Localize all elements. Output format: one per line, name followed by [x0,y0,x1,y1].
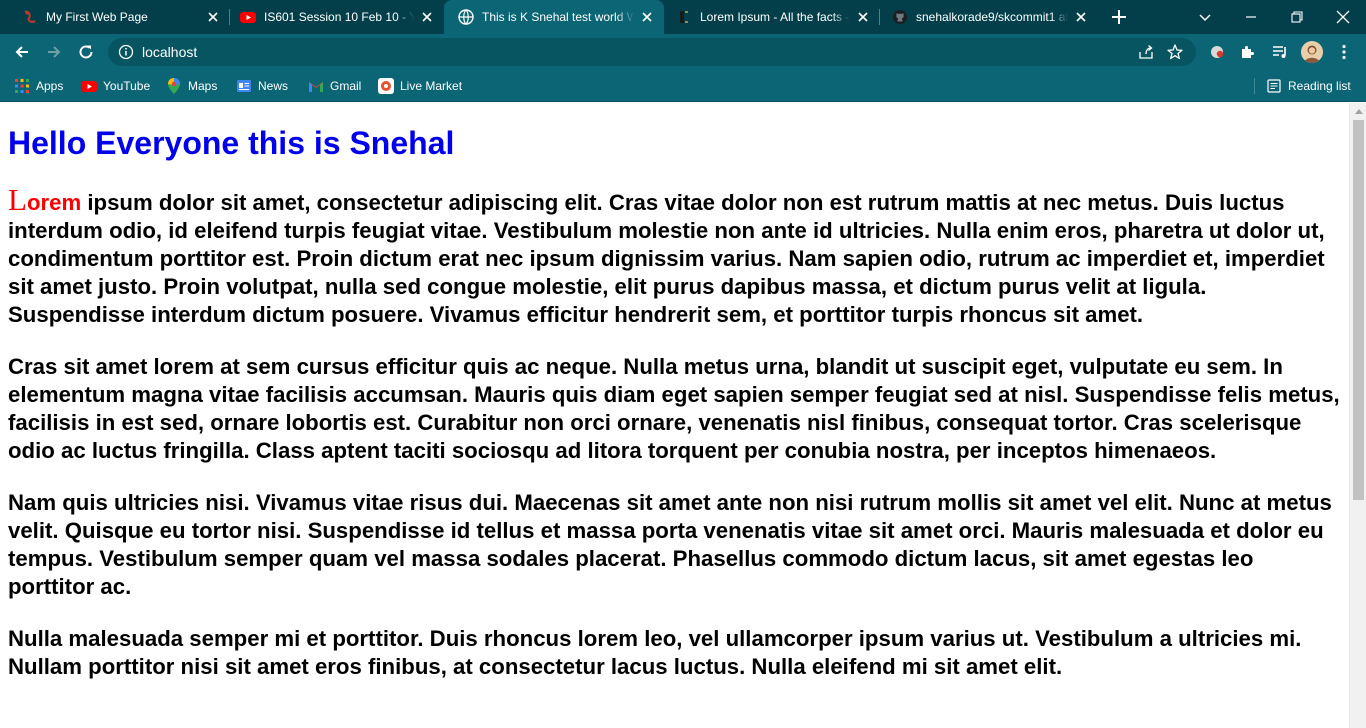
scrollbar-thumb[interactable] [1353,120,1364,500]
bookmark-label: YouTube [103,79,151,93]
minimize-button[interactable] [1228,0,1274,34]
bookmark-label: Apps [36,79,64,93]
tab-search-chevron-icon[interactable] [1196,8,1214,26]
browser-toolbar: localhost [0,34,1366,70]
bookmark-news[interactable]: News [236,76,288,96]
tab-youtube-session[interactable]: IS601 Session 10 Feb 10 - YouTube [226,0,444,34]
github-icon [892,9,908,25]
close-tab-icon[interactable] [640,10,654,24]
reading-list-button[interactable]: Reading list [1266,76,1351,96]
bookmark-label: Maps [188,79,218,93]
bookmark-gmail[interactable]: Gmail [308,76,361,96]
close-tab-icon[interactable] [206,10,220,24]
reload-button[interactable] [74,40,98,64]
page-heading: Hello Everyone this is Snehal [8,125,455,161]
article-body: Lorem ipsum dolor sit amet, consectetur … [8,184,1344,705]
new-tab-button[interactable] [1108,7,1130,27]
live-market-icon [378,78,394,94]
bookmark-apps[interactable]: Apps [14,76,63,96]
lipsum-icon [676,9,692,25]
paragraph-3: Nam quis ultricies nisi. Vivamus vitae r… [8,490,1332,599]
tab-favicon-icon [22,9,38,25]
close-tab-icon[interactable] [1074,10,1088,24]
bookmark-live-market[interactable]: Live Market [378,76,462,96]
page-viewport: Hello Everyone this is Snehal Lorem ipsu… [0,103,1349,728]
bookmark-youtube[interactable]: YouTube [81,76,150,96]
tab-lorem-ipsum[interactable]: Lorem Ipsum - All the facts - Lipsum [662,0,880,34]
bookmark-label: Gmail [330,79,362,93]
share-icon[interactable] [1138,44,1154,60]
paragraph-1: Lorem ipsum dolor sit amet, consectetur … [8,184,1344,329]
bookmark-star-icon[interactable] [1166,43,1184,61]
paragraph-1-text: ipsum dolor sit amet, consectetur adipis… [8,190,1325,327]
maps-icon [166,78,182,94]
address-bar[interactable]: localhost [108,38,1196,66]
extension-icon[interactable] [1205,40,1229,64]
drop-cap-rest: orem [26,190,82,215]
bookmark-maps[interactable]: Maps [166,76,217,96]
close-tab-icon[interactable] [420,10,434,24]
url-text[interactable]: localhost [142,45,197,60]
back-button[interactable] [10,40,34,64]
close-window-button[interactable] [1320,0,1366,34]
site-info-icon[interactable] [118,44,134,60]
gmail-icon [308,78,324,94]
apps-grid-icon [14,78,30,94]
paragraph-4: Nulla malesuada semper mi et porttitor. … [8,626,1302,679]
reading-list-icon [1266,78,1282,94]
scroll-up-arrow-icon[interactable] [1355,109,1363,114]
more-menu-icon[interactable] [1332,40,1356,64]
bookmarks-divider [1254,78,1255,94]
tab-active-snehal-test[interactable]: This is K Snehal test world Web [444,0,664,34]
bookmark-label: News [258,79,289,93]
news-icon [236,78,252,94]
drop-cap-letter: L [8,182,27,217]
paragraph-2: Cras sit amet lorem at sem cursus effici… [8,354,1340,463]
bookmark-label: Live Market [400,79,463,93]
youtube-icon [240,9,256,25]
close-tab-icon[interactable] [856,10,870,24]
extensions-puzzle-icon[interactable] [1236,40,1260,64]
restore-button[interactable] [1274,0,1320,34]
vertical-scrollbar[interactable] [1349,103,1366,728]
media-queue-icon[interactable] [1268,40,1292,64]
profile-avatar[interactable] [1301,41,1323,63]
tab-my-first-web-page[interactable]: My First Web Page [8,0,230,34]
forward-button[interactable] [42,40,66,64]
globe-icon [458,9,474,25]
tab-strip: My First Web Page IS601 Session 10 Feb 1… [0,0,1366,34]
youtube-icon [81,78,97,94]
reading-list-label: Reading list [1288,79,1351,93]
tab-github-skcommit[interactable]: snehalkorade9/skcommit1 at main [878,0,1098,34]
bookmarks-bar: Apps YouTube Maps News Gmail Live Market [0,70,1366,102]
